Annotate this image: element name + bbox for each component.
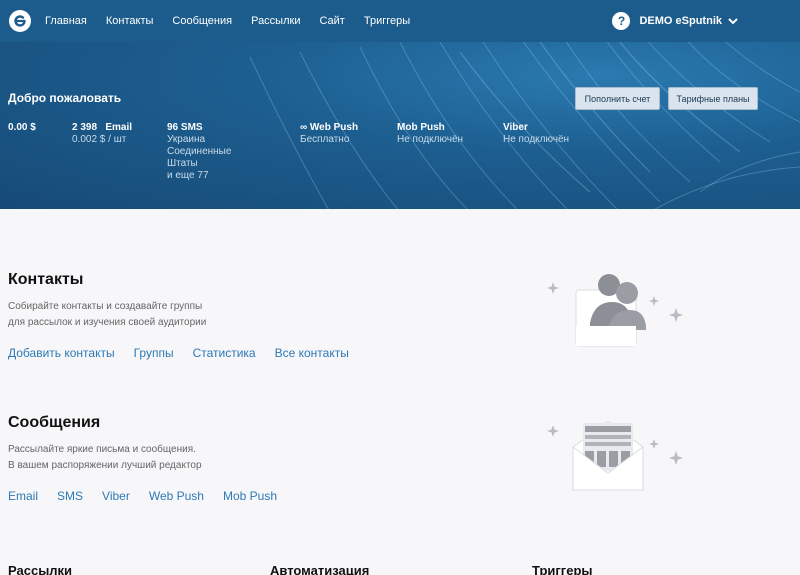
- email-stat: 2 398 Email 0.002 $ / шт: [72, 122, 132, 146]
- nav-item-triggers[interactable]: Триггеры: [364, 15, 410, 27]
- email-price: 0.002 $ / шт: [72, 134, 127, 145]
- messages-section-desc: Рассылайте яркие письма и сообщения. В в…: [8, 444, 202, 471]
- viber-status: Не подключён: [503, 134, 570, 145]
- viber-head: Viber: [503, 122, 528, 133]
- contacts-section-title: Контакты: [8, 271, 84, 288]
- topup-button[interactable]: Пополнить счет: [575, 87, 660, 110]
- sms-country: Соединенные: [167, 146, 232, 157]
- contacts-illustration-icon: [547, 274, 683, 347]
- webpush-status: Бесплатно: [300, 134, 350, 145]
- top-nav: Главная Контакты Сообщения Рассылки Сайт…: [0, 0, 800, 42]
- chevron-down-icon: [728, 18, 738, 25]
- welcome-banner: Добро пожаловать Пополнить счет Тарифные…: [0, 42, 800, 209]
- sms-count: 96 SMS: [167, 122, 203, 133]
- webpush-stat: ∞ Web Push Бесплатно: [300, 122, 358, 146]
- messages-links: Email SMS Viber Web Push Mob Push: [8, 489, 296, 503]
- webpush-link[interactable]: Web Push: [149, 489, 204, 503]
- mobpush-stat: Mob Push Не подключён: [397, 122, 463, 146]
- contacts-links: Добавить контакты Группы Статистика Все …: [8, 346, 368, 360]
- envelope-illustration-icon: [547, 420, 683, 491]
- mobpush-status: Не подключён: [397, 134, 464, 145]
- sms-country: Украина: [167, 134, 206, 145]
- nav-item-contacts[interactable]: Контакты: [106, 15, 154, 27]
- email-count: 2 398: [72, 122, 98, 133]
- help-icon[interactable]: ?: [612, 12, 631, 30]
- mailings-section-title: Рассылки: [8, 563, 73, 575]
- messages-section-title: Сообщения: [8, 414, 101, 431]
- user-name: DEMO eSputnik: [639, 15, 722, 27]
- add-contacts-link[interactable]: Добавить контакты: [8, 346, 115, 360]
- balance-stat: 0.00 $: [8, 122, 36, 134]
- nav-item-messages[interactable]: Сообщения: [172, 15, 232, 27]
- sms-country: Штаты: [167, 158, 198, 169]
- sms-link[interactable]: SMS: [57, 489, 83, 503]
- user-menu[interactable]: DEMO eSputnik: [639, 15, 738, 27]
- nav-right: ? DEMO eSputnik: [612, 0, 738, 42]
- webpush-head: ∞ Web Push: [300, 122, 359, 133]
- nav-item-home[interactable]: Главная: [45, 15, 87, 27]
- triggers-section-title: Триггеры: [532, 563, 593, 575]
- nav-item-mailings[interactable]: Рассылки: [251, 15, 300, 27]
- mobpush-link[interactable]: Mob Push: [223, 489, 277, 503]
- welcome-title: Добро пожаловать: [8, 91, 122, 105]
- nav-item-site[interactable]: Сайт: [319, 15, 344, 27]
- contacts-section-desc: Собирайте контакты и создавайте группы д…: [8, 301, 207, 328]
- groups-link[interactable]: Группы: [134, 346, 174, 360]
- viber-stat: Viber Не подключён: [503, 122, 569, 146]
- viber-link[interactable]: Viber: [102, 489, 130, 503]
- balance-value: 0.00 $: [8, 122, 36, 133]
- all-contacts-link[interactable]: Все контакты: [275, 346, 349, 360]
- automation-section-title: Автоматизация: [270, 563, 370, 575]
- email-link[interactable]: Email: [8, 489, 38, 503]
- pricing-plans-button[interactable]: Тарифные планы: [668, 87, 758, 110]
- statistics-link[interactable]: Статистика: [193, 346, 256, 360]
- email-label: Email: [105, 122, 133, 133]
- sms-more: и еще 77: [167, 170, 209, 181]
- mobpush-head: Mob Push: [397, 122, 445, 133]
- esputnik-logo-icon[interactable]: [9, 10, 31, 32]
- sms-stat: 96 SMS Украина Соединенные Штаты и еще 7…: [167, 122, 231, 182]
